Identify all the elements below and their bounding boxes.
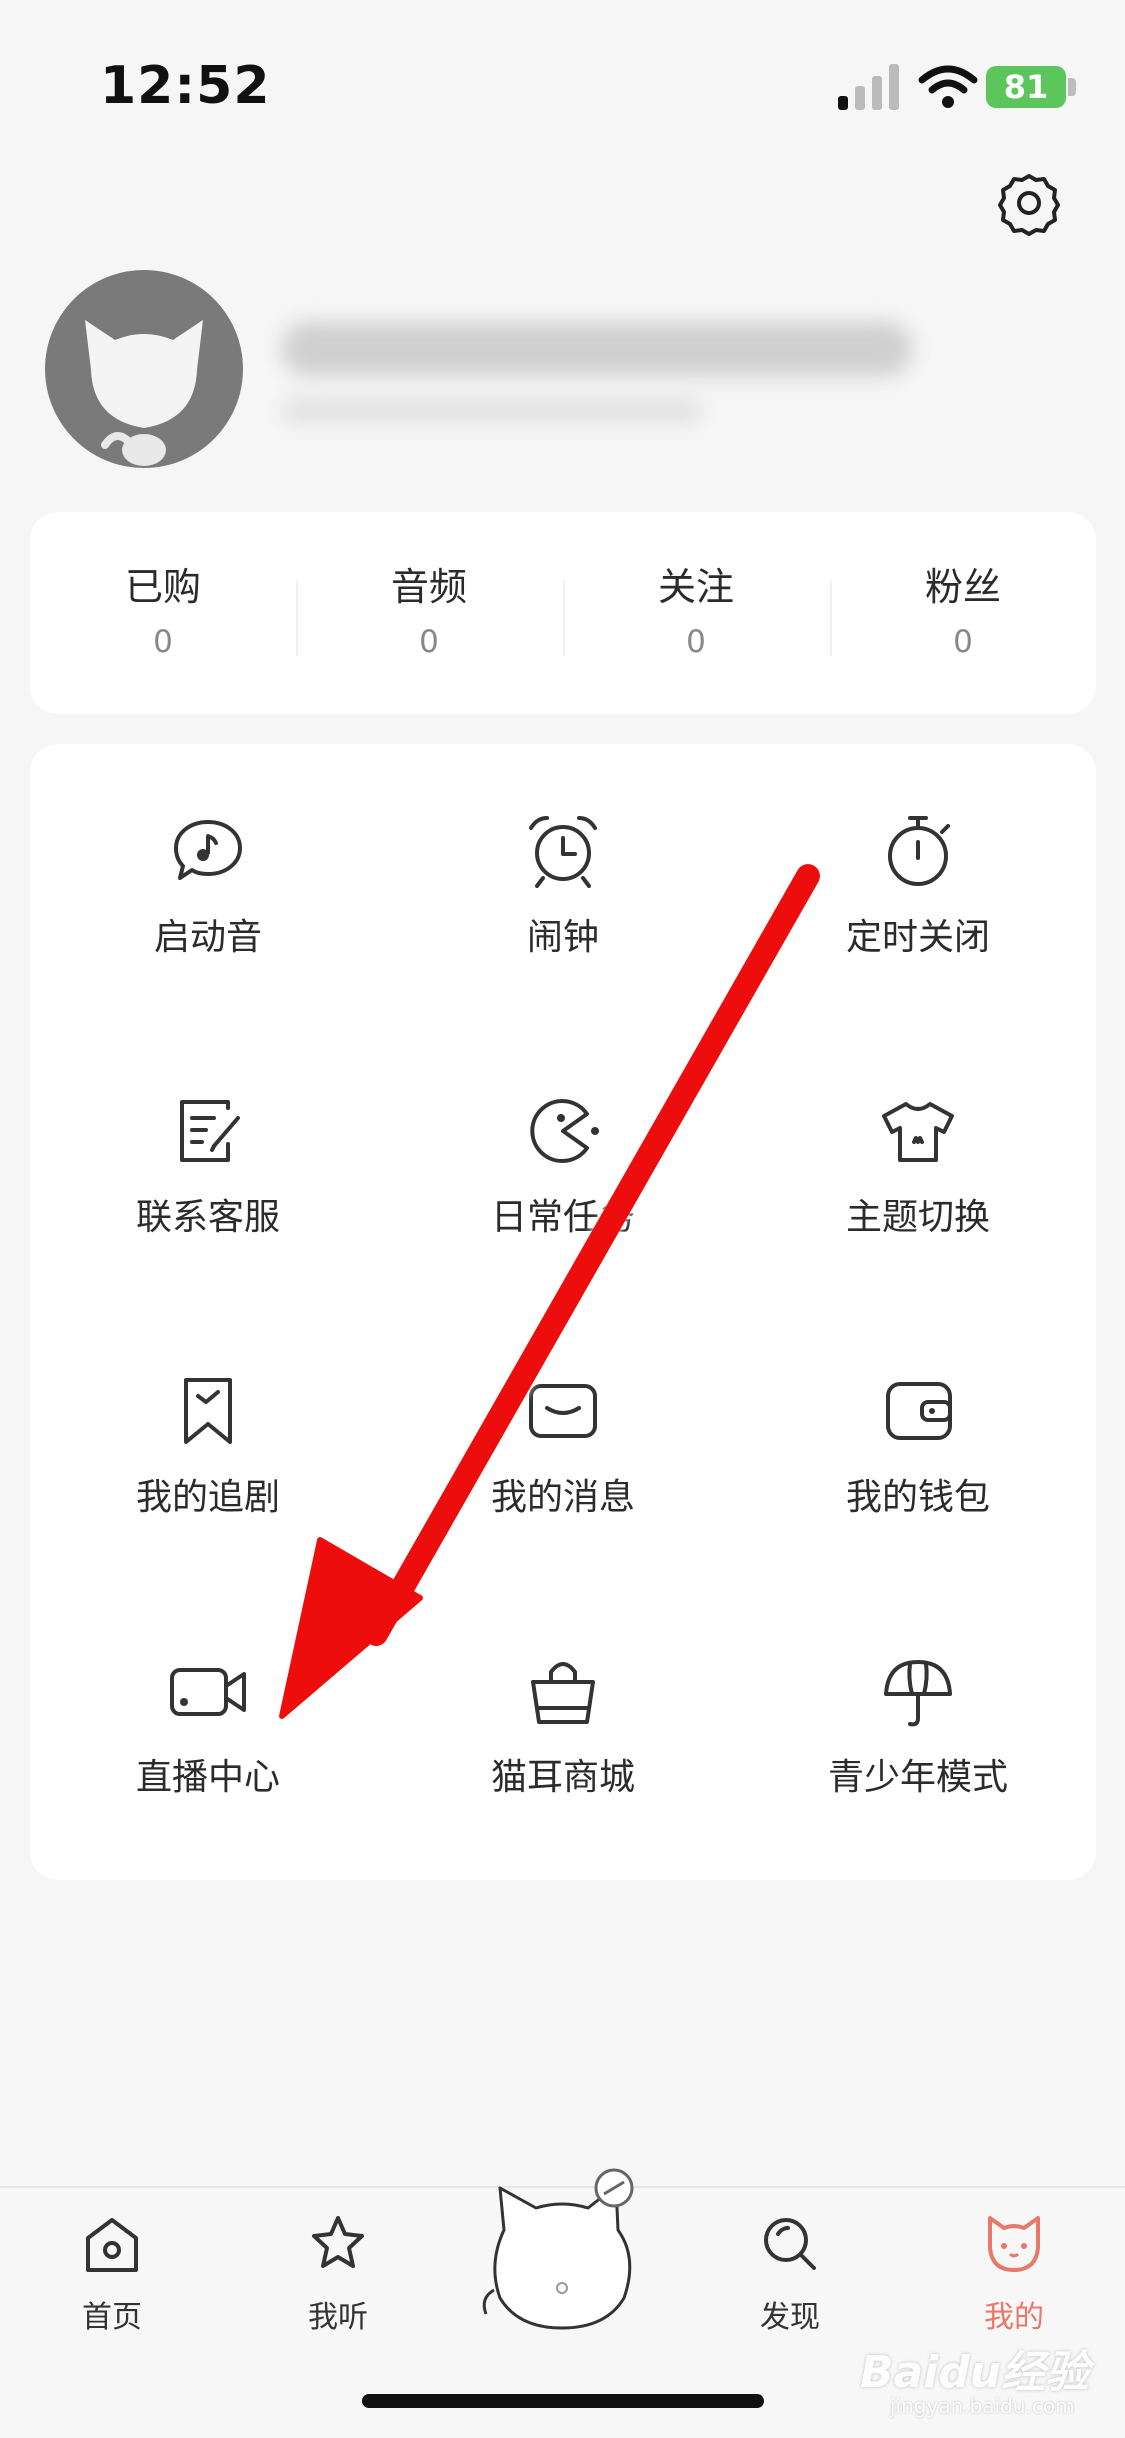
cat-face-icon bbox=[988, 2216, 1040, 2272]
search-icon bbox=[764, 2218, 816, 2270]
home-indicator[interactable] bbox=[362, 2394, 764, 2408]
nav-label: 我听 bbox=[308, 2300, 368, 2335]
nav-item-me[interactable]: 我的 bbox=[934, 2212, 1094, 2335]
annotation-arrow bbox=[279, 864, 820, 1719]
nav-label: 首页 bbox=[82, 2300, 142, 2335]
watermark-brand: Baidu经验 bbox=[860, 2347, 1090, 2398]
nav-item-discover[interactable]: 发现 bbox=[710, 2212, 870, 2335]
nav-label-active: 我的 bbox=[984, 2300, 1044, 2335]
nav-label: 发现 bbox=[760, 2300, 820, 2335]
nav-item-home[interactable]: 首页 bbox=[32, 2212, 192, 2335]
watermark-url: jingyan.baidu.com bbox=[890, 2394, 1075, 2418]
star-icon bbox=[312, 2216, 364, 2268]
nav-item-my-listening[interactable]: 我听 bbox=[258, 2212, 418, 2335]
center-cat-button[interactable] bbox=[466, 2168, 656, 2338]
home-icon bbox=[86, 2218, 138, 2272]
